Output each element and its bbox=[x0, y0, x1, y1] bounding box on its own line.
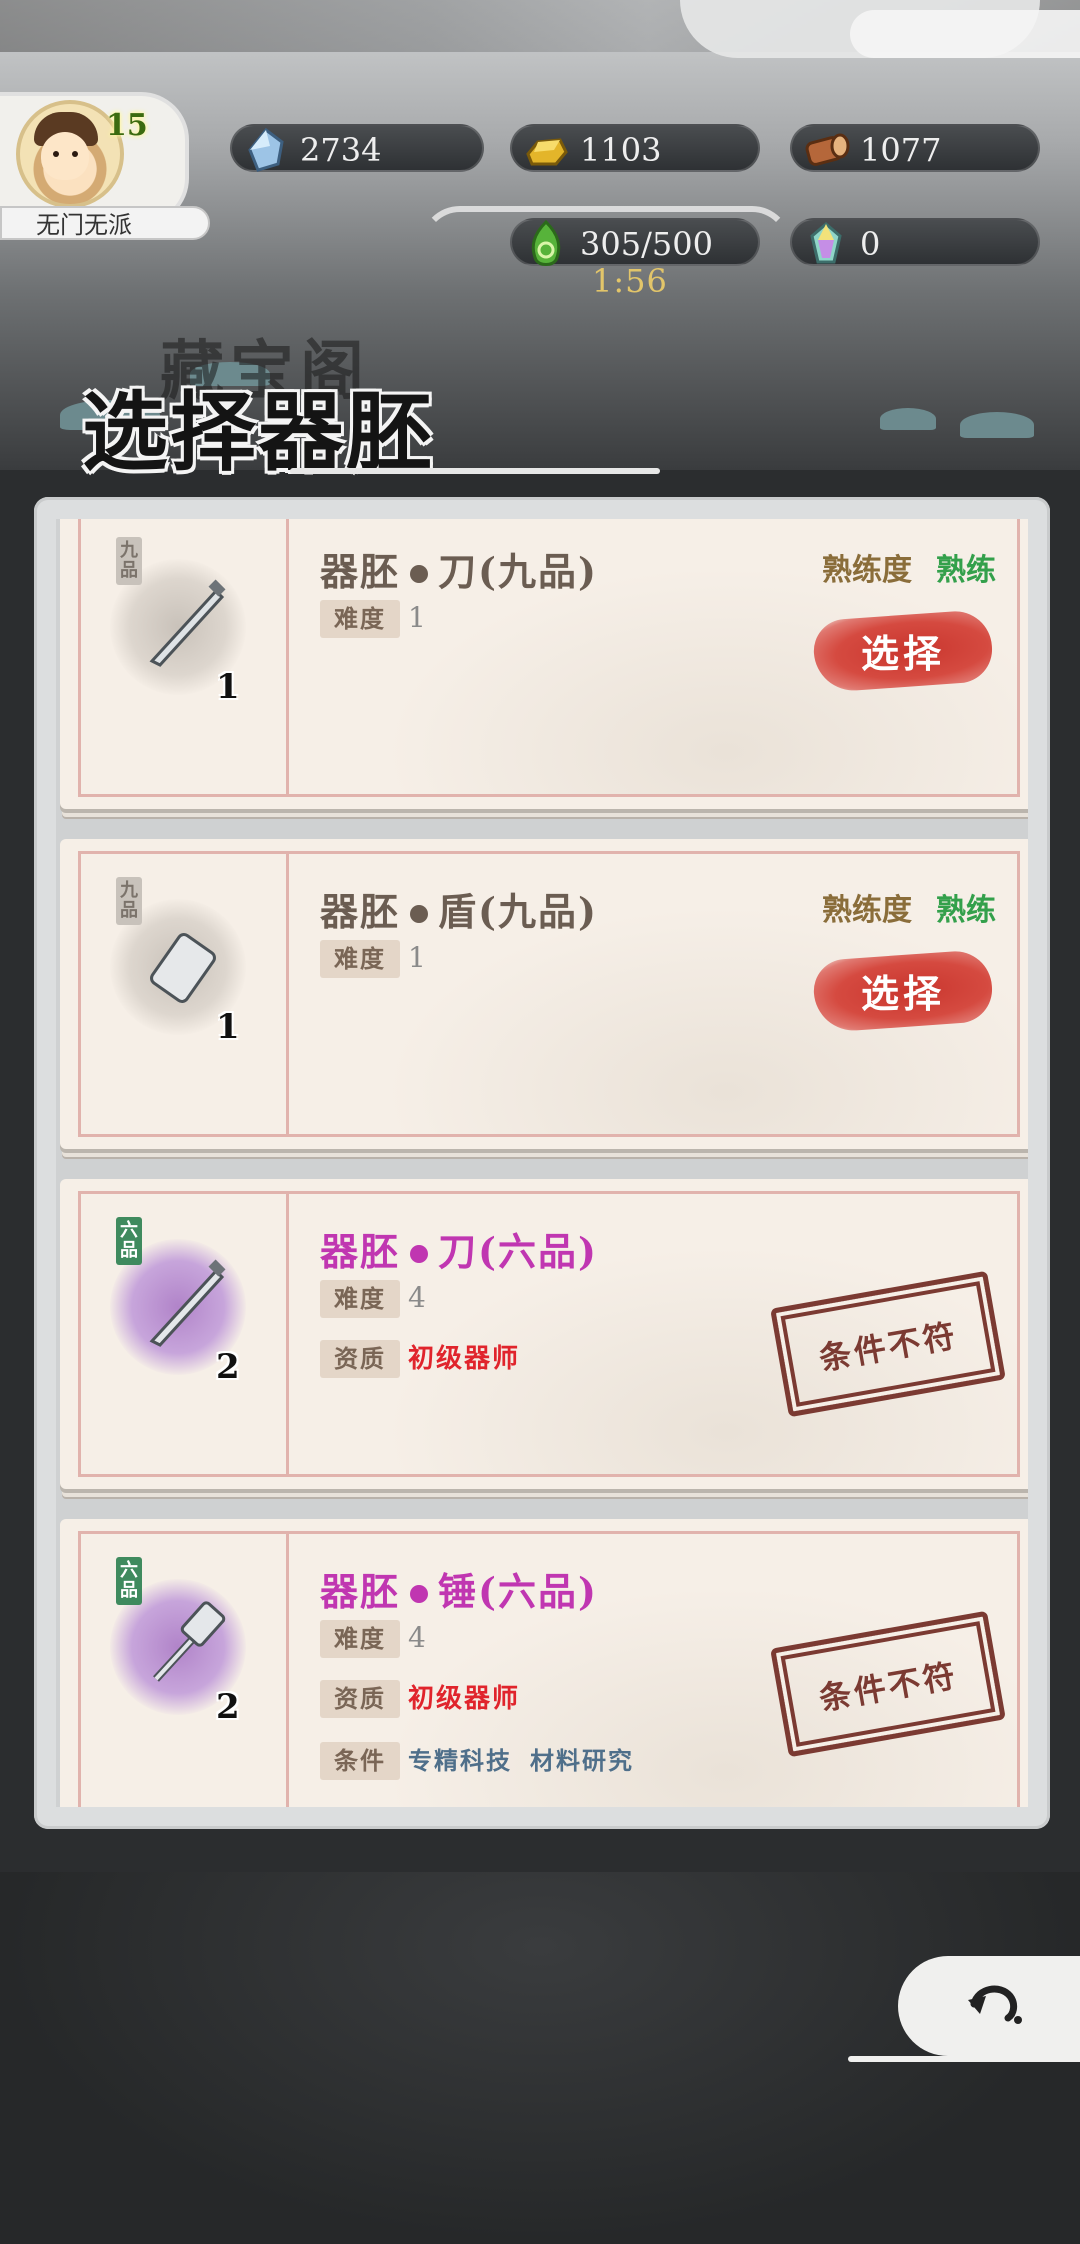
item-dot bbox=[410, 1244, 429, 1263]
item-category: 器胚 bbox=[320, 1229, 401, 1274]
item-count: 2 bbox=[216, 1687, 240, 1727]
not-met-label: 条件不符 bbox=[816, 1656, 961, 1718]
proficiency-label: 熟练度 bbox=[822, 553, 912, 588]
difficulty-row: 难度 4 bbox=[320, 1619, 426, 1658]
item-list-scroll[interactable]: 九品 1 器胚 刀(九品) 熟练度 熟练 难度 1 选择 九品 1 器胚 盾(九… bbox=[56, 519, 1028, 1807]
saber-icon bbox=[149, 579, 226, 667]
list-item[interactable]: 九品 1 器胚 盾(九品) 熟练度 熟练 难度 1 选择 bbox=[60, 839, 1028, 1149]
select-label: 选择 bbox=[860, 631, 945, 676]
resource-crystal[interactable]: 2734 bbox=[230, 124, 484, 172]
resource-gem[interactable]: 0 bbox=[790, 218, 1040, 266]
item-list-panel: 九品 1 器胚 刀(九品) 熟练度 熟练 难度 1 选择 九品 1 器胚 盾(九… bbox=[34, 497, 1050, 1829]
proficiency-value: 熟练 bbox=[936, 893, 996, 928]
condition-label: 条件 bbox=[320, 1742, 400, 1780]
gold-ingot-icon bbox=[526, 138, 568, 166]
difficulty-row: 难度 1 bbox=[320, 939, 426, 978]
qualification-row: 资质 初级器师 bbox=[320, 1339, 521, 1378]
jade-energy-icon bbox=[531, 219, 561, 266]
avatar-eye bbox=[72, 151, 78, 157]
player-sect: 无门无派 bbox=[0, 206, 210, 240]
difficulty-value: 4 bbox=[408, 1281, 426, 1314]
qualification-value: 初级器师 bbox=[408, 1344, 521, 1374]
energy-timer: 1:56 bbox=[592, 262, 668, 300]
gem-value: 0 bbox=[860, 225, 881, 263]
energy-value: 305/500 bbox=[580, 225, 713, 263]
title-underline bbox=[290, 468, 660, 474]
item-name: 器胚 锤(六品) bbox=[320, 1561, 598, 1616]
resource-gold[interactable]: 1103 bbox=[510, 124, 760, 172]
back-arrow-icon bbox=[968, 1985, 1022, 2024]
difficulty-label: 难度 bbox=[320, 600, 400, 638]
item-count: 1 bbox=[216, 667, 240, 707]
avatar-face bbox=[41, 132, 89, 180]
difficulty-label: 难度 bbox=[320, 1280, 400, 1318]
saber-icon bbox=[149, 1259, 226, 1347]
difficulty-row: 难度 1 bbox=[320, 599, 426, 638]
select-label: 选择 bbox=[860, 971, 945, 1016]
crystal-icon bbox=[248, 127, 284, 172]
not-met-label: 条件不符 bbox=[816, 1316, 961, 1378]
item-dot bbox=[410, 564, 429, 583]
difficulty-value: 1 bbox=[408, 941, 426, 974]
difficulty-value: 4 bbox=[408, 1621, 426, 1654]
select-button[interactable]: 选择 bbox=[811, 948, 995, 1034]
crystal-value: 2734 bbox=[300, 131, 382, 169]
player-level: 15 bbox=[106, 108, 148, 143]
top-cloud-swirl-2 bbox=[850, 10, 1080, 58]
item-type: 锤(六品) bbox=[438, 1569, 598, 1614]
item-dot bbox=[410, 1584, 429, 1603]
card-divider bbox=[286, 851, 289, 1137]
item-dot bbox=[410, 904, 429, 923]
qualification-label: 资质 bbox=[320, 1340, 400, 1378]
proficiency-label: 熟练度 bbox=[822, 893, 912, 928]
shield-blank-icon bbox=[150, 933, 216, 1003]
proficiency: 熟练度 熟练 bbox=[822, 885, 996, 929]
resource-energy[interactable]: 305/500 bbox=[510, 218, 760, 266]
item-count: 1 bbox=[216, 1007, 240, 1047]
back-button[interactable] bbox=[848, 1956, 1080, 2062]
item-category: 器胚 bbox=[320, 889, 401, 934]
proficiency-value: 熟练 bbox=[936, 553, 996, 588]
card-divider bbox=[286, 519, 289, 797]
item-name: 器胚 刀(九品) bbox=[320, 541, 598, 596]
resource-wood[interactable]: 1077 bbox=[790, 124, 1040, 172]
qualification-value: 初级器师 bbox=[408, 1684, 521, 1714]
item-type: 刀(九品) bbox=[438, 549, 598, 594]
list-item[interactable]: 六品 2 器胚 刀(六品) 难度 4 资质 初级器师 条件不符 bbox=[60, 1179, 1028, 1489]
list-item[interactable]: 九品 1 器胚 刀(九品) 熟练度 熟练 难度 1 选择 bbox=[60, 519, 1028, 809]
hammer-icon bbox=[153, 1601, 226, 1682]
difficulty-label: 难度 bbox=[320, 940, 400, 978]
difficulty-row: 难度 4 bbox=[320, 1279, 426, 1318]
condition-row: 条件 专精科技 材料研究 bbox=[320, 1741, 652, 1780]
item-count: 2 bbox=[216, 1347, 240, 1387]
condition-value: 专精科技 bbox=[408, 1746, 512, 1775]
qualification-row: 资质 初级器师 bbox=[320, 1679, 521, 1718]
pine-decoration bbox=[880, 408, 936, 430]
card-divider bbox=[286, 1531, 289, 1807]
proficiency: 熟练度 熟练 bbox=[822, 545, 996, 589]
rainbow-gem-icon bbox=[810, 222, 842, 264]
pine-decoration bbox=[960, 412, 1034, 438]
item-name: 器胚 刀(六品) bbox=[320, 1221, 598, 1276]
item-name: 器胚 盾(九品) bbox=[320, 881, 598, 936]
wood-log-icon bbox=[805, 133, 850, 166]
card-divider bbox=[286, 1191, 289, 1477]
avatar-eye bbox=[53, 151, 59, 157]
select-button[interactable]: 选择 bbox=[811, 608, 995, 694]
difficulty-label: 难度 bbox=[320, 1620, 400, 1658]
difficulty-value: 1 bbox=[408, 601, 426, 634]
wood-value: 1077 bbox=[860, 131, 942, 169]
list-item[interactable]: 六品 2 器胚 锤(六品) 难度 4 资质 初级器师 条件 专精科技 材料研究 条件不符 bbox=[60, 1519, 1028, 1807]
condition-value: 材料研究 bbox=[530, 1746, 634, 1775]
item-category: 器胚 bbox=[320, 1569, 401, 1614]
qualification-label: 资质 bbox=[320, 1680, 400, 1718]
item-type: 盾(九品) bbox=[438, 889, 598, 934]
item-type: 刀(六品) bbox=[438, 1229, 598, 1274]
back-button-ink-tail bbox=[848, 2056, 1080, 2062]
gold-value: 1103 bbox=[580, 131, 662, 169]
item-category: 器胚 bbox=[320, 549, 401, 594]
